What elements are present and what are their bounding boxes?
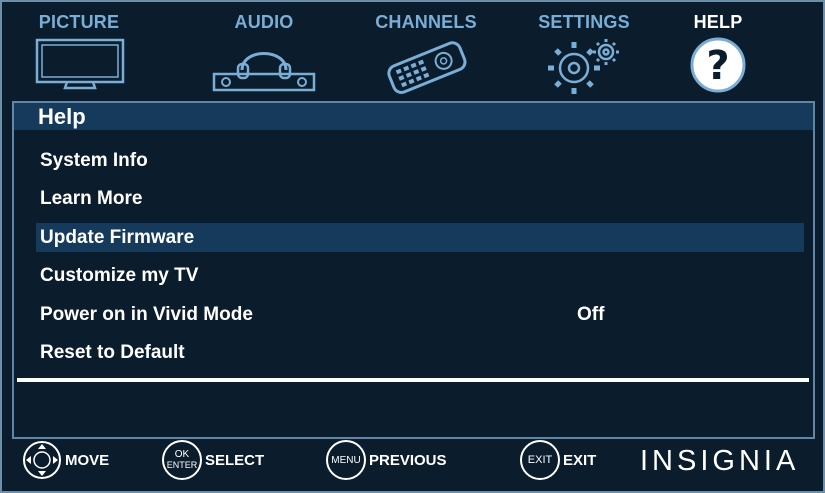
menu-item-system-info[interactable]: System Info — [36, 146, 804, 175]
hint-previous: MENU PREVIOUS — [326, 437, 447, 483]
dpad-icon — [23, 441, 61, 479]
tab-settings[interactable]: SETTINGS — [525, 0, 643, 94]
exit-button-icon: EXIT — [520, 440, 560, 480]
menu-label: MENU — [331, 454, 361, 466]
hint-move: MOVE — [22, 437, 109, 483]
hint-exit: EXIT EXIT — [520, 437, 596, 483]
menu-item-reset-to-default[interactable]: Reset to Default — [36, 338, 804, 367]
exit-btn-label: EXIT — [527, 453, 553, 466]
tab-audio[interactable]: AUDIO — [200, 0, 328, 94]
remote-control-icon — [387, 41, 467, 94]
menu-item-label: Power on in Vivid Mode — [40, 304, 253, 325]
question-mark-icon: ? — [690, 37, 746, 93]
tab-settings-label: SETTINGS — [538, 12, 630, 32]
menu-item-label: System Info — [40, 150, 148, 171]
tab-picture-label: PICTURE — [38, 12, 120, 32]
divider — [17, 378, 809, 382]
ok-label: OK — [174, 449, 190, 460]
menu-item-value: Off — [577, 304, 605, 325]
menu-item-label: Customize my TV — [40, 265, 199, 286]
menu-item-customize-tv[interactable]: Customize my TV — [36, 261, 804, 290]
tv-icon — [35, 38, 125, 90]
brand-logo: INSIGNIA — [640, 445, 800, 477]
menu-item-learn-more[interactable]: Learn More — [36, 184, 804, 213]
panel-title: Help — [14, 103, 813, 130]
menu-button-icon: MENU — [326, 440, 366, 480]
tab-channels[interactable]: CHANNELS — [367, 0, 485, 96]
tab-audio-label: AUDIO — [234, 12, 294, 32]
headphones-speaker-icon — [212, 52, 316, 92]
menu-tabs: PICTURE AUDIO CHANNELS SETTINGS HELP ? — [0, 0, 825, 100]
hint-select: OK ENTER SELECT — [162, 437, 264, 483]
tab-help[interactable]: HELP ? — [668, 0, 768, 94]
tab-picture[interactable]: PICTURE — [20, 0, 138, 92]
gears-icon — [548, 39, 619, 94]
menu-item-label: Reset to Default — [40, 342, 185, 363]
tab-channels-label: CHANNELS — [375, 12, 477, 32]
menu-item-power-on-vivid-mode[interactable]: Power on in Vivid Mode Off — [36, 300, 804, 329]
ok-enter-button-icon: OK ENTER — [162, 440, 202, 480]
hint-select-label: SELECT — [205, 451, 265, 469]
menu-item-label: Update Firmware — [40, 227, 195, 248]
help-panel: Help System Info Learn More Update Firmw… — [12, 101, 815, 439]
menu-item-label: Learn More — [40, 188, 143, 209]
tab-help-label: HELP — [693, 12, 743, 32]
hint-previous-label: PREVIOUS — [369, 451, 447, 469]
enter-label: ENTER — [166, 460, 198, 470]
svg-text:?: ? — [706, 43, 729, 89]
menu-item-update-firmware[interactable]: Update Firmware — [36, 223, 804, 252]
footer-hints: MOVE OK ENTER SELECT MENU PREVIOUS EXIT … — [0, 437, 825, 491]
hint-exit-label: EXIT — [563, 451, 597, 469]
hint-move-label: MOVE — [65, 451, 110, 469]
